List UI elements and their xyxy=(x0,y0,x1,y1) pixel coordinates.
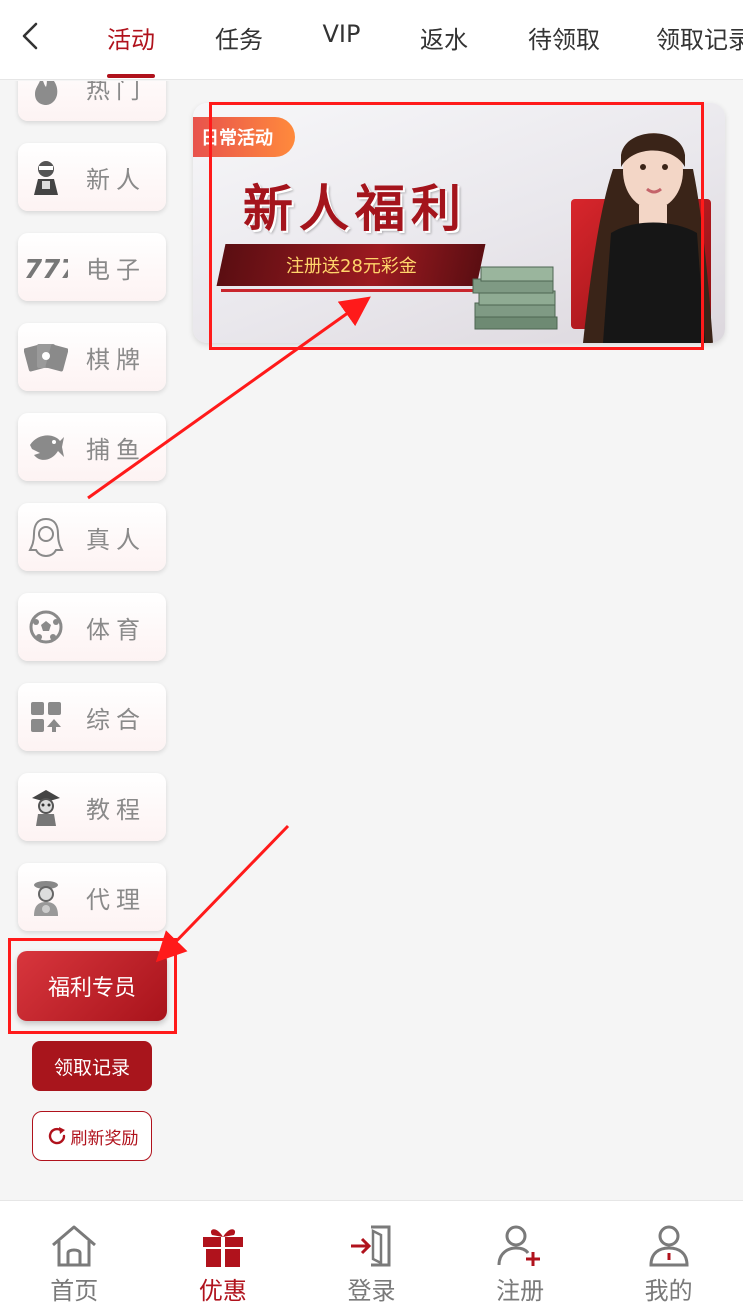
claim-records-button[interactable]: 领取记录 xyxy=(32,1041,152,1091)
register-icon xyxy=(495,1221,545,1271)
active-tab-indicator xyxy=(107,74,155,78)
refresh-icon xyxy=(48,1127,65,1145)
slot-777-icon: 777 xyxy=(24,245,68,289)
annotation-highlight-box xyxy=(209,102,704,350)
chevron-left-icon xyxy=(22,22,38,50)
nav-profile[interactable]: 我的 xyxy=(594,1201,743,1310)
back-button[interactable] xyxy=(12,14,48,58)
tab-list: 活动 任务 VIP 返水 待领取 领取记录 xyxy=(78,0,743,79)
sidebar-item-cards[interactable]: 棋牌 xyxy=(18,323,166,391)
grid-icon xyxy=(24,695,68,739)
tab-rebate[interactable]: 返水 xyxy=(389,0,499,79)
tab-vip[interactable]: VIP xyxy=(294,0,389,79)
tab-activity[interactable]: 活动 xyxy=(78,0,184,79)
tutorial-icon xyxy=(24,785,68,829)
nav-home[interactable]: 首页 xyxy=(0,1201,149,1310)
home-icon xyxy=(49,1221,99,1271)
sidebar-item-live-dealer[interactable]: 真人 xyxy=(18,503,166,571)
dealer-icon xyxy=(24,515,68,559)
gift-icon xyxy=(198,1221,248,1271)
sidebar-item-slots[interactable]: 777 电子 xyxy=(18,233,166,301)
bottom-navigation: 首页 优惠 登录 注册 我的 xyxy=(0,1200,743,1310)
tab-tasks[interactable]: 任务 xyxy=(184,0,294,79)
sidebar-item-agent[interactable]: 代理 xyxy=(18,863,166,931)
newbie-icon xyxy=(24,155,68,199)
tab-pending[interactable]: 待领取 xyxy=(499,0,629,79)
annotation-highlight-box xyxy=(8,938,177,1034)
sidebar-item-tutorial[interactable]: 教程 xyxy=(18,773,166,841)
nav-login[interactable]: 登录 xyxy=(297,1201,446,1310)
sidebar-item-general[interactable]: 综合 xyxy=(18,683,166,751)
nav-register[interactable]: 注册 xyxy=(446,1201,595,1310)
cards-icon xyxy=(24,335,68,379)
sidebar-item-fishing[interactable]: 捕鱼 xyxy=(18,413,166,481)
shark-icon xyxy=(24,425,68,469)
agent-icon xyxy=(24,875,68,919)
sidebar-item-sports[interactable]: 体育 xyxy=(18,593,166,661)
tab-claim-records[interactable]: 领取记录 xyxy=(629,0,743,79)
sidebar-item-hot[interactable]: 热门 xyxy=(18,81,166,121)
fire-icon xyxy=(24,81,68,109)
refresh-rewards-button[interactable]: 刷新奖励 xyxy=(32,1111,152,1161)
svg-text:777: 777 xyxy=(24,255,68,282)
sidebar-item-newbie[interactable]: 新人 xyxy=(18,143,166,211)
soccer-ball-icon xyxy=(24,605,68,649)
nav-promotions[interactable]: 优惠 xyxy=(149,1201,298,1310)
login-icon xyxy=(346,1221,396,1271)
top-tab-bar: 活动 任务 VIP 返水 待领取 领取记录 xyxy=(0,0,743,80)
profile-icon xyxy=(644,1221,694,1271)
